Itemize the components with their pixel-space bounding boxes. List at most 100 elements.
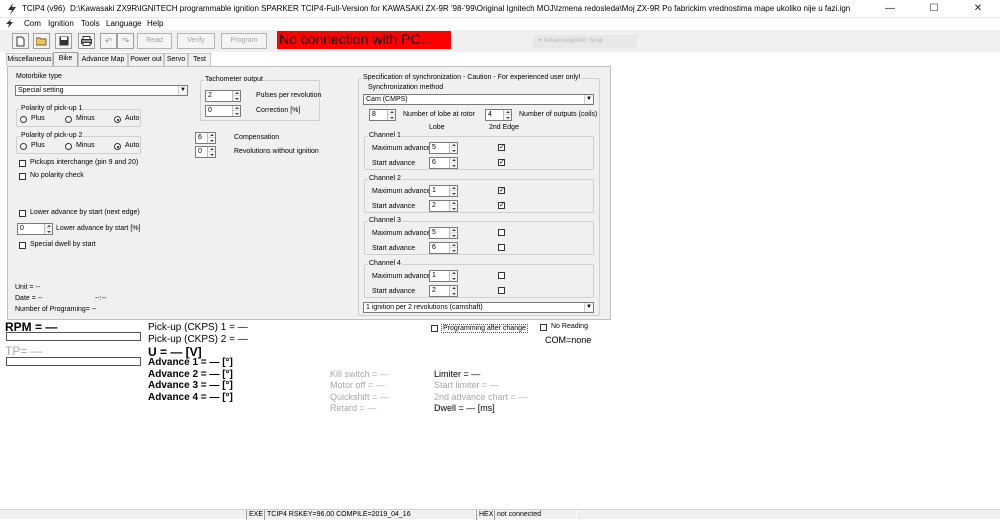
max-advance-label: Maximum advance — [372, 145, 431, 152]
spin-arrows-icon[interactable] — [207, 133, 215, 143]
channel3-start-2nd-edge-checkbox[interactable] — [498, 244, 505, 251]
channel-title: Channel 1 — [368, 132, 402, 139]
bike-panel: Motorbike type Special setting ▼ Polarit… — [7, 66, 611, 320]
print-button[interactable] — [78, 33, 95, 49]
no-polarity-check-checkbox[interactable] — [19, 173, 26, 180]
tab-miscellaneous[interactable]: Miscellaneous — [6, 53, 53, 66]
channel2-start-2nd-edge-checkbox[interactable]: ✓ — [498, 202, 505, 209]
correction-stepper[interactable]: 0 — [205, 105, 241, 117]
polarity1-auto-radio[interactable] — [114, 116, 121, 123]
spin-arrows-icon[interactable] — [232, 106, 240, 116]
spin-arrows-icon[interactable] — [449, 271, 457, 281]
polarity1-plus-radio[interactable] — [20, 116, 27, 123]
read-button[interactable]: Read — [137, 33, 172, 49]
channel2-max-advance-stepper[interactable]: 1 — [429, 185, 458, 197]
menu-ignition[interactable]: Ignition — [48, 19, 74, 28]
programming-after-change-checkbox[interactable] — [431, 325, 438, 332]
undo-button[interactable]: ↶ — [100, 33, 117, 49]
sync-method-select[interactable]: Cam (CMPS) ▼ — [363, 94, 594, 105]
polarity2-plus-radio[interactable] — [20, 143, 27, 150]
revolutions-stepper[interactable]: 0 — [195, 146, 216, 158]
motor-off-readout: Motor off = — — [330, 380, 385, 390]
pulses-stepper[interactable]: 2 — [205, 90, 241, 102]
close-button[interactable]: ✕ — [956, 0, 1000, 18]
menu-com[interactable]: Com — [24, 19, 41, 28]
tab-bike[interactable]: Bike — [53, 52, 78, 66]
channel4-start-2nd-edge-checkbox[interactable] — [498, 287, 505, 294]
spin-arrows-icon[interactable] — [232, 91, 240, 101]
lower-advance-stepper[interactable]: 0 — [17, 223, 53, 235]
spin-arrows-icon[interactable] — [44, 224, 52, 234]
pickups-interchange-checkbox[interactable] — [19, 160, 26, 167]
spin-arrows-icon[interactable] — [449, 158, 457, 168]
channel-2-group: Channel 2 Maximum advance 1 ✓ Start adva… — [364, 175, 594, 213]
tab-power-out[interactable]: Power out — [128, 53, 164, 66]
com-port-readout: COM=none — [545, 335, 592, 345]
maximize-button[interactable]: ☐ — [912, 0, 956, 18]
dwell-readout: Dwell = — [ms] — [434, 403, 495, 413]
chevron-down-icon: ▼ — [584, 95, 593, 104]
second-chart-readout: 2nd advance chart = — — [434, 392, 528, 402]
spin-arrows-icon[interactable] — [449, 186, 457, 196]
spin-arrows-icon[interactable] — [449, 228, 457, 238]
tp-readout: TP= — — [5, 344, 43, 358]
menu-help[interactable]: Help — [147, 19, 163, 28]
lobe-count-label: Number of lobe at rotor — [403, 111, 475, 118]
channel2-start-advance-stepper[interactable]: 2 — [429, 200, 458, 212]
tab-test[interactable]: Test — [188, 53, 211, 66]
tab-servo[interactable]: Servo — [164, 53, 188, 66]
channel1-max-advance-stepper[interactable]: 5 — [429, 142, 458, 154]
max-advance-label: Maximum advance — [372, 188, 431, 195]
polarity2-auto-radio[interactable] — [114, 143, 121, 150]
channel3-start-advance-stepper[interactable]: 6 — [429, 242, 458, 254]
menu-language[interactable]: Language — [106, 19, 142, 28]
advance-snap-button[interactable]: ✦ Advance/ignition Snap — [533, 35, 637, 48]
ckps1-readout: Pick-up (CKPS) 1 = — — [148, 322, 248, 333]
channel1-start-advance-stepper[interactable]: 6 — [429, 157, 458, 169]
new-file-button[interactable] — [12, 33, 29, 49]
channel-title: Channel 3 — [368, 217, 402, 224]
spin-arrows-icon[interactable] — [207, 147, 215, 157]
compensation-stepper[interactable]: 6 — [195, 132, 216, 144]
channel3-max-advance-stepper[interactable]: 5 — [429, 227, 458, 239]
tab-advance-map[interactable]: Advance Map — [78, 53, 128, 66]
channel4-start-advance-stepper[interactable]: 2 — [429, 285, 458, 297]
chevron-down-icon: ▼ — [584, 303, 593, 312]
channel2-max-2nd-edge-checkbox[interactable]: ✓ — [498, 187, 505, 194]
verify-button[interactable]: Verify — [177, 33, 215, 49]
chevron-down-icon: ▼ — [178, 86, 187, 95]
motorbike-type-select[interactable]: Special setting ▼ — [15, 85, 188, 96]
spin-arrows-icon[interactable] — [449, 143, 457, 153]
start-advance-label: Start advance — [372, 160, 416, 167]
no-reading-checkbox[interactable] — [540, 324, 547, 331]
lower-advance-edge-checkbox[interactable] — [19, 210, 26, 217]
max-advance-label: Maximum advance — [372, 230, 431, 237]
system-menu-icon[interactable] — [5, 19, 15, 28]
channel1-start-2nd-edge-checkbox[interactable]: ✓ — [498, 159, 505, 166]
menu-tools[interactable]: Tools — [81, 19, 100, 28]
lobe-count-stepper[interactable]: 8 — [369, 109, 396, 121]
spin-arrows-icon[interactable] — [503, 110, 511, 120]
channel3-max-2nd-edge-checkbox[interactable] — [498, 229, 505, 236]
synchronization-group: Specification of synchronization - Cauti… — [358, 74, 600, 316]
ignition-mode-select[interactable]: 1 ignition per 2 revolutions (camshaft) … — [363, 302, 594, 313]
spin-arrows-icon[interactable] — [387, 110, 395, 120]
polarity2-plus-label: Plus — [31, 142, 45, 149]
open-file-button[interactable] — [33, 33, 50, 49]
outputs-count-stepper[interactable]: 4 — [485, 109, 512, 121]
channel4-max-2nd-edge-checkbox[interactable] — [498, 272, 505, 279]
spin-arrows-icon[interactable] — [449, 243, 457, 253]
special-dwell-checkbox[interactable] — [19, 242, 26, 249]
new-file-icon — [16, 36, 25, 47]
channel1-max-2nd-edge-checkbox[interactable]: ✓ — [498, 144, 505, 151]
minimize-button[interactable]: — — [868, 0, 912, 18]
redo-button[interactable]: ↷ — [117, 33, 134, 49]
channel4-max-advance-stepper[interactable]: 1 — [429, 270, 458, 282]
tp-bar — [6, 357, 141, 366]
program-button[interactable]: Program — [221, 33, 267, 49]
polarity1-minus-radio[interactable] — [65, 116, 72, 123]
polarity2-minus-radio[interactable] — [65, 143, 72, 150]
spin-arrows-icon[interactable] — [449, 286, 457, 296]
spin-arrows-icon[interactable] — [449, 201, 457, 211]
save-button[interactable] — [55, 33, 72, 49]
